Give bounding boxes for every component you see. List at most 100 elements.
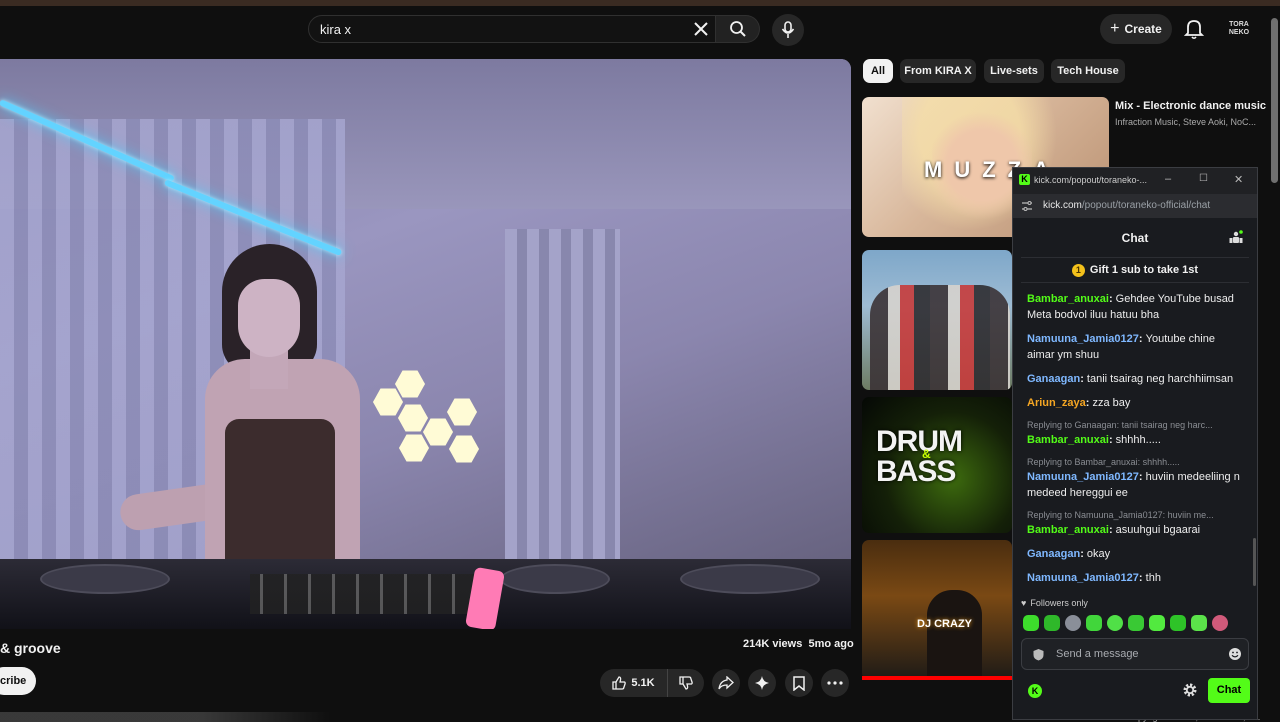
video-stats: 214K views 5mo ago [743, 638, 854, 650]
kick-favicon-icon: K [1019, 174, 1030, 185]
chat-message: Namuuna_Jamia0127: Youtube chine aimar y… [1027, 333, 1215, 361]
bookmark-icon [793, 675, 805, 691]
video-scene-light-panel [399, 434, 429, 462]
chat-text: asuuhgui bgaarai [1115, 524, 1201, 536]
heart-icon: ♥ [1021, 598, 1027, 608]
subscribe-button[interactable]: cribe [0, 667, 36, 695]
chat-text: okay [1086, 548, 1111, 560]
chat-username[interactable]: Bambar_anuxai [1027, 293, 1109, 305]
chip-tech-house[interactable]: Tech House [1051, 59, 1125, 83]
save-button[interactable] [785, 669, 813, 697]
share-button[interactable] [712, 669, 740, 697]
description-snippet[interactable] [0, 712, 330, 722]
emote-icon[interactable] [1191, 615, 1207, 631]
rec-thumbnail[interactable] [862, 250, 1012, 390]
emote-icon[interactable] [1149, 615, 1165, 631]
notifications-bell-icon[interactable] [1183, 18, 1205, 40]
create-label: Create [1124, 22, 1162, 36]
emote-icon[interactable] [1107, 615, 1123, 631]
chat-messages: Bambar_anuxai: Gehdee YouTube busad Meta… [1027, 291, 1245, 594]
minimize-icon[interactable]: – [1165, 173, 1171, 185]
chat-text: shhhh..... [1115, 434, 1161, 446]
emote-icon[interactable] [1065, 615, 1081, 631]
video-player[interactable] [0, 59, 851, 629]
close-icon[interactable]: ✕ [1234, 173, 1243, 186]
plus-icon: + [1110, 20, 1120, 37]
more-actions-button[interactable] [821, 669, 849, 697]
chip-all[interactable]: All [863, 59, 893, 83]
rec-channel: Infraction Music, Steve Aoki, NoC... [1115, 117, 1257, 127]
gift-text: Gift 1 sub to take 1st [1089, 264, 1199, 276]
video-scene-jog-wheel [40, 564, 170, 594]
emote-icon[interactable] [1086, 615, 1102, 631]
send-chat-button[interactable]: Chat [1208, 678, 1250, 703]
chat-message: Bambar_anuxai: Gehdee YouTube busad Meta… [1027, 293, 1234, 321]
chat-message-input[interactable]: Send a message [1021, 638, 1249, 670]
chat-username[interactable]: Ganaagan [1027, 373, 1080, 385]
popup-titlebar[interactable]: K kick.com/popout/toraneko-... – ☐ ✕ [1013, 168, 1257, 194]
rec-thumbnail-dj-crazy[interactable]: DJ CRAZY [862, 540, 1012, 680]
chat-username[interactable]: Ariun_zaya [1027, 397, 1086, 409]
popup-url-bar[interactable]: kick.com/popout/toraneko-official/chat [1013, 194, 1257, 218]
emoji-picker-icon[interactable] [1228, 647, 1242, 661]
sparkle-icon [755, 676, 769, 690]
emote-icon[interactable] [1044, 615, 1060, 631]
search-icon [729, 21, 746, 37]
chat-username[interactable]: Namuuna_Jamia0127 [1027, 333, 1139, 345]
chat-message: Ganaagan: tanii tsairag neg harchhiimsan [1027, 373, 1234, 385]
search-input[interactable]: kira x [320, 22, 351, 37]
gear-icon[interactable] [1182, 682, 1198, 698]
maximize-icon[interactable]: ☐ [1199, 173, 1208, 184]
video-scene-dj-top [225, 419, 335, 569]
emote-icon[interactable] [1170, 615, 1186, 631]
video-scene-light-panel [449, 435, 479, 463]
chat-username[interactable]: Bambar_anuxai [1027, 434, 1109, 446]
site-settings-icon[interactable] [1021, 200, 1033, 212]
chip-from-kira-x[interactable]: From KIRA X [900, 59, 976, 83]
chat-header: Chat [1013, 222, 1257, 252]
gift-coin-icon: 1 [1071, 263, 1085, 277]
reply-context[interactable]: Replying to Bambar_anuxai: shhhh..... [1027, 456, 1245, 468]
avatar[interactable]: TORA NEKO [1222, 16, 1256, 42]
video-scene-dj-face [238, 279, 300, 357]
more-horizontal-icon [827, 681, 843, 685]
rec-title[interactable]: Mix - Electronic dance music [1115, 100, 1266, 112]
chat-title: Chat [1121, 231, 1149, 245]
chat-username[interactable]: Ganaagan [1027, 548, 1080, 560]
chat-scrollbar[interactable] [1253, 538, 1256, 586]
dislike-button[interactable] [668, 669, 704, 697]
chat-text: zza bay [1092, 397, 1131, 409]
chat-username[interactable]: Namuuna_Jamia0127 [1027, 471, 1139, 483]
thumbs-down-icon [679, 676, 693, 690]
create-button[interactable]: + Create [1100, 14, 1172, 44]
search-button[interactable] [716, 15, 760, 43]
emote-icon[interactable] [1023, 615, 1039, 631]
chip-live-sets[interactable]: Live-sets [984, 59, 1044, 83]
emote-icon[interactable] [1128, 615, 1144, 631]
reply-context[interactable]: Replying to Ganaagan: tanii tsairag neg … [1027, 419, 1245, 431]
ask-ai-button[interactable] [748, 669, 776, 697]
thumbnail-art [927, 590, 982, 680]
chat-message: Ganaagan: okay [1027, 548, 1111, 560]
thumbnail-text: DJ CRAZY [917, 618, 973, 630]
chat-text: tanii tsairag neg harchhiimsan [1086, 373, 1234, 385]
emote-icon[interactable] [1212, 615, 1228, 631]
emote-bar [1023, 615, 1253, 633]
chat-username[interactable]: Namuuna_Jamia0127 [1027, 572, 1139, 584]
voice-search-button[interactable] [772, 14, 804, 46]
reply-context[interactable]: Replying to Namuuna_Jamia0127: huviin me… [1027, 509, 1245, 521]
users-icon[interactable] [1229, 230, 1243, 244]
followers-only-notice: ♥ Followers only [1021, 598, 1088, 608]
chat-message: Namuuna_Jamia0127: huviin medeeliing n m… [1027, 471, 1240, 499]
gift-sub-banner[interactable]: 1 Gift 1 sub to take 1st [1021, 257, 1249, 283]
page-scrollbar[interactable] [1271, 18, 1278, 183]
chat-message: Bambar_anuxai: asuuhgui bgaarai [1027, 524, 1201, 536]
video-scene-mixer-knobs [250, 574, 480, 614]
clear-search-icon[interactable] [690, 18, 712, 40]
like-button[interactable]: 5.1K [600, 669, 668, 697]
rec-thumbnail-drum-bass[interactable]: DRUM BASS & [862, 397, 1012, 533]
search-box[interactable]: kira x [308, 15, 716, 43]
kick-logo-icon[interactable]: K [1028, 684, 1042, 698]
chat-username[interactable]: Bambar_anuxai [1027, 524, 1109, 536]
thumbnail-text: & [922, 447, 931, 461]
